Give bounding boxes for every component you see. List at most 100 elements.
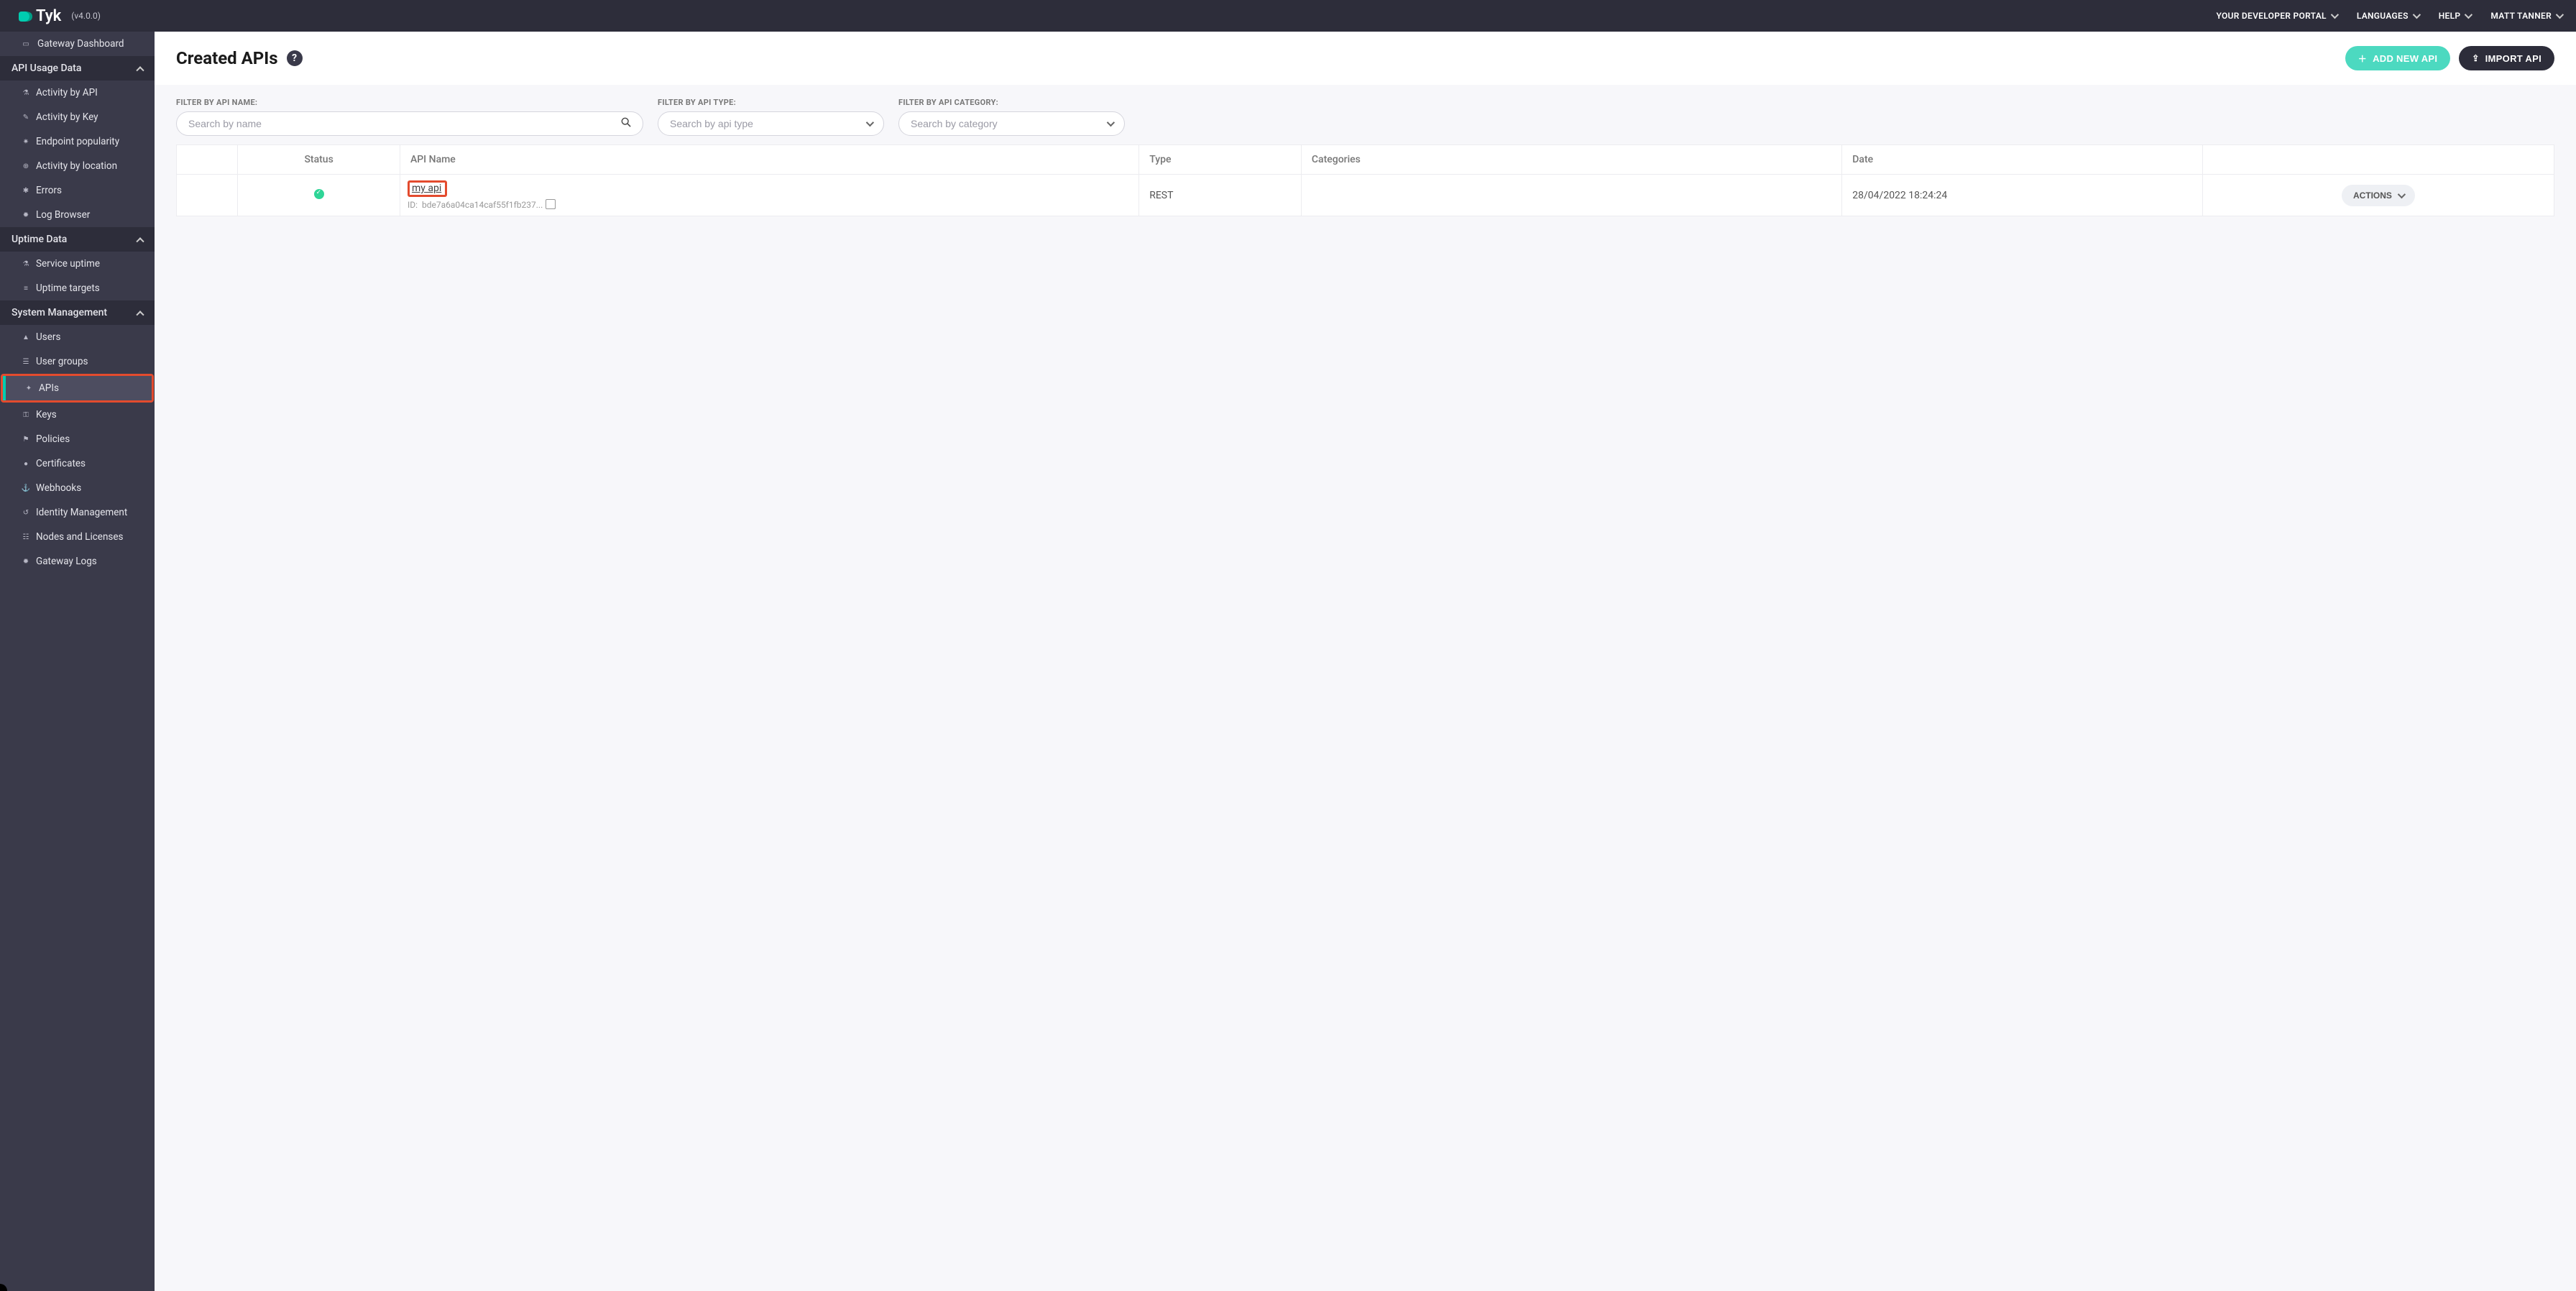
sidebar-item-gateway-dashboard[interactable]: ▭ Gateway Dashboard <box>0 32 155 56</box>
filter-type-select[interactable] <box>658 111 884 136</box>
chevron-down-icon <box>2331 11 2339 19</box>
column-api-name[interactable]: API Name <box>400 145 1138 175</box>
certificates-icon: ● <box>22 459 30 468</box>
column-categories[interactable]: Categories <box>1301 145 1841 175</box>
developer-portal-link[interactable]: YOUR DEVELOPER PORTAL <box>2216 11 2336 21</box>
column-actions <box>2202 145 2554 175</box>
sidebar-item-label: Activity by location <box>36 160 117 172</box>
status-active-icon <box>314 189 324 199</box>
api-id-prefix: ID: <box>408 200 418 210</box>
api-id-row: ID: bde7a6a04ca14caf55f1fb237... <box>408 200 1131 210</box>
help-menu[interactable]: HELP <box>2439 11 2471 21</box>
languages-label: LANGUAGES <box>2357 11 2409 21</box>
column-date[interactable]: Date <box>1842 145 2203 175</box>
sidebar-item-users[interactable]: ▲ Users <box>0 325 155 349</box>
sidebar-item-label: User groups <box>36 356 88 367</box>
sidebar-item-policies[interactable]: ⚑ Policies <box>0 427 155 451</box>
sidebar-item-nodes-licenses[interactable]: ☷ Nodes and Licenses <box>0 525 155 549</box>
sidebar-item-activity-api[interactable]: ⚗ Activity by API <box>0 81 155 105</box>
chevron-down-icon <box>2412 11 2420 19</box>
topbar: Tyk (v4.0.0) YOUR DEVELOPER PORTAL LANGU… <box>0 0 2576 32</box>
chevron-down-icon <box>1107 119 1115 127</box>
sidebar-item-log-browser[interactable]: ✹ Log Browser <box>0 203 155 227</box>
api-name-link[interactable]: my api <box>408 180 447 197</box>
filter-name-input[interactable] <box>188 118 621 129</box>
topbar-right: YOUR DEVELOPER PORTAL LANGUAGES HELP MAT… <box>2216 11 2562 21</box>
sidebar-group-label: Uptime Data <box>12 234 67 245</box>
sidebar-item-user-groups[interactable]: ☰ User groups <box>0 349 155 374</box>
sidebar-item-label: Keys <box>36 409 57 421</box>
sidebar-item-label: Policies <box>36 433 70 445</box>
row-categories-cell <box>1301 175 1841 216</box>
page-header: Created APIs ? ＋ ADD NEW API ⇪ IMPORT AP… <box>155 32 2576 85</box>
popularity-icon: ✷ <box>22 137 30 146</box>
sidebar-item-keys[interactable]: ⚿ Keys <box>0 403 155 427</box>
bug-icon: ✹ <box>22 211 30 219</box>
table-header-row: Status API Name Type Categories Date <box>177 145 2554 175</box>
filter-category-select[interactable] <box>898 111 1125 136</box>
sidebar-group-uptime[interactable]: Uptime Data <box>0 227 155 252</box>
help-label: HELP <box>2439 11 2461 21</box>
chevron-down-icon <box>866 119 874 127</box>
location-icon: ⊕ <box>22 162 30 170</box>
chevron-up-icon <box>136 311 144 318</box>
sidebar-item-label: Gateway Logs <box>36 556 97 567</box>
row-actions-cell: ACTIONS <box>2202 175 2554 216</box>
chevron-up-icon <box>136 66 144 74</box>
sidebar-item-endpoint-popularity[interactable]: ✷ Endpoint popularity <box>0 129 155 154</box>
logs-icon: ✹ <box>22 557 30 566</box>
user-icon: ▲ <box>22 333 30 341</box>
help-icon[interactable]: ? <box>287 50 303 66</box>
row-type-cell: REST <box>1139 175 1302 216</box>
add-new-api-button[interactable]: ＋ ADD NEW API <box>2345 46 2451 70</box>
sidebar-item-label: Gateway Dashboard <box>37 38 124 50</box>
filter-name-input-wrap[interactable] <box>176 111 643 136</box>
row-actions-button[interactable]: ACTIONS <box>2342 185 2415 206</box>
column-type[interactable]: Type <box>1139 145 1302 175</box>
sidebar-item-identity-management[interactable]: ↺ Identity Management <box>0 500 155 525</box>
sidebar-item-activity-key[interactable]: ✎ Activity by Key <box>0 105 155 129</box>
filter-type-label: FILTER BY API TYPE: <box>658 98 884 107</box>
filter-category-input[interactable] <box>911 118 1107 129</box>
error-icon: ✱ <box>22 186 30 195</box>
apis-table: Status API Name Type Categories Date <box>176 144 2554 216</box>
sidebar-item-errors[interactable]: ✱ Errors <box>0 178 155 203</box>
policies-icon: ⚑ <box>22 435 30 444</box>
main-content: Created APIs ? ＋ ADD NEW API ⇪ IMPORT AP… <box>155 32 2576 1291</box>
brand-logo[interactable]: Tyk <box>17 7 61 25</box>
user-name-label: MATT TANNER <box>2490 11 2552 21</box>
chevron-down-icon <box>2465 11 2472 19</box>
page-title: Created APIs <box>176 48 278 68</box>
sidebar-item-label: Nodes and Licenses <box>36 531 124 543</box>
sidebar-group-label: API Usage Data <box>12 63 81 74</box>
sidebar-item-label: Users <box>36 331 60 343</box>
import-api-button[interactable]: ⇪ IMPORT API <box>2459 46 2554 70</box>
copy-icon[interactable] <box>547 201 556 209</box>
group-icon: ☰ <box>22 357 30 366</box>
sidebar-item-activity-location[interactable]: ⊕ Activity by location <box>0 154 155 178</box>
sidebar-item-uptime-targets[interactable]: ≡ Uptime targets <box>0 276 155 300</box>
brand-text: Tyk <box>36 7 61 25</box>
sidebar-item-webhooks[interactable]: ⚓ Webhooks <box>0 476 155 500</box>
sidebar-item-label: Activity by API <box>36 87 98 98</box>
search-icon[interactable] <box>621 117 631 130</box>
row-date-cell: 28/04/2022 18:24:24 <box>1842 175 2203 216</box>
targets-icon: ≡ <box>22 284 30 293</box>
topbar-left: Tyk (v4.0.0) <box>17 7 101 25</box>
sidebar-item-label: Identity Management <box>36 507 127 518</box>
key-icon: ✎ <box>22 113 30 121</box>
sidebar-item-label: Endpoint popularity <box>36 136 119 147</box>
sidebar-item-gateway-logs[interactable]: ✹ Gateway Logs <box>0 549 155 574</box>
row-checkbox-cell[interactable] <box>177 175 238 216</box>
user-menu[interactable]: MATT TANNER <box>2490 11 2562 21</box>
sidebar-group-system-management[interactable]: System Management <box>0 300 155 325</box>
api-id-value: bde7a6a04ca14caf55f1fb237... <box>422 200 543 210</box>
column-status[interactable]: Status <box>238 145 400 175</box>
sidebar-group-api-usage[interactable]: API Usage Data <box>0 56 155 81</box>
languages-menu[interactable]: LANGUAGES <box>2357 11 2419 21</box>
sidebar-item-service-uptime[interactable]: ⚗ Service uptime <box>0 252 155 276</box>
filter-type-input[interactable] <box>670 118 866 129</box>
developer-portal-label: YOUR DEVELOPER PORTAL <box>2216 11 2326 21</box>
sidebar-item-certificates[interactable]: ● Certificates <box>0 451 155 476</box>
sidebar-item-apis[interactable]: ✦ APIs <box>3 376 152 400</box>
